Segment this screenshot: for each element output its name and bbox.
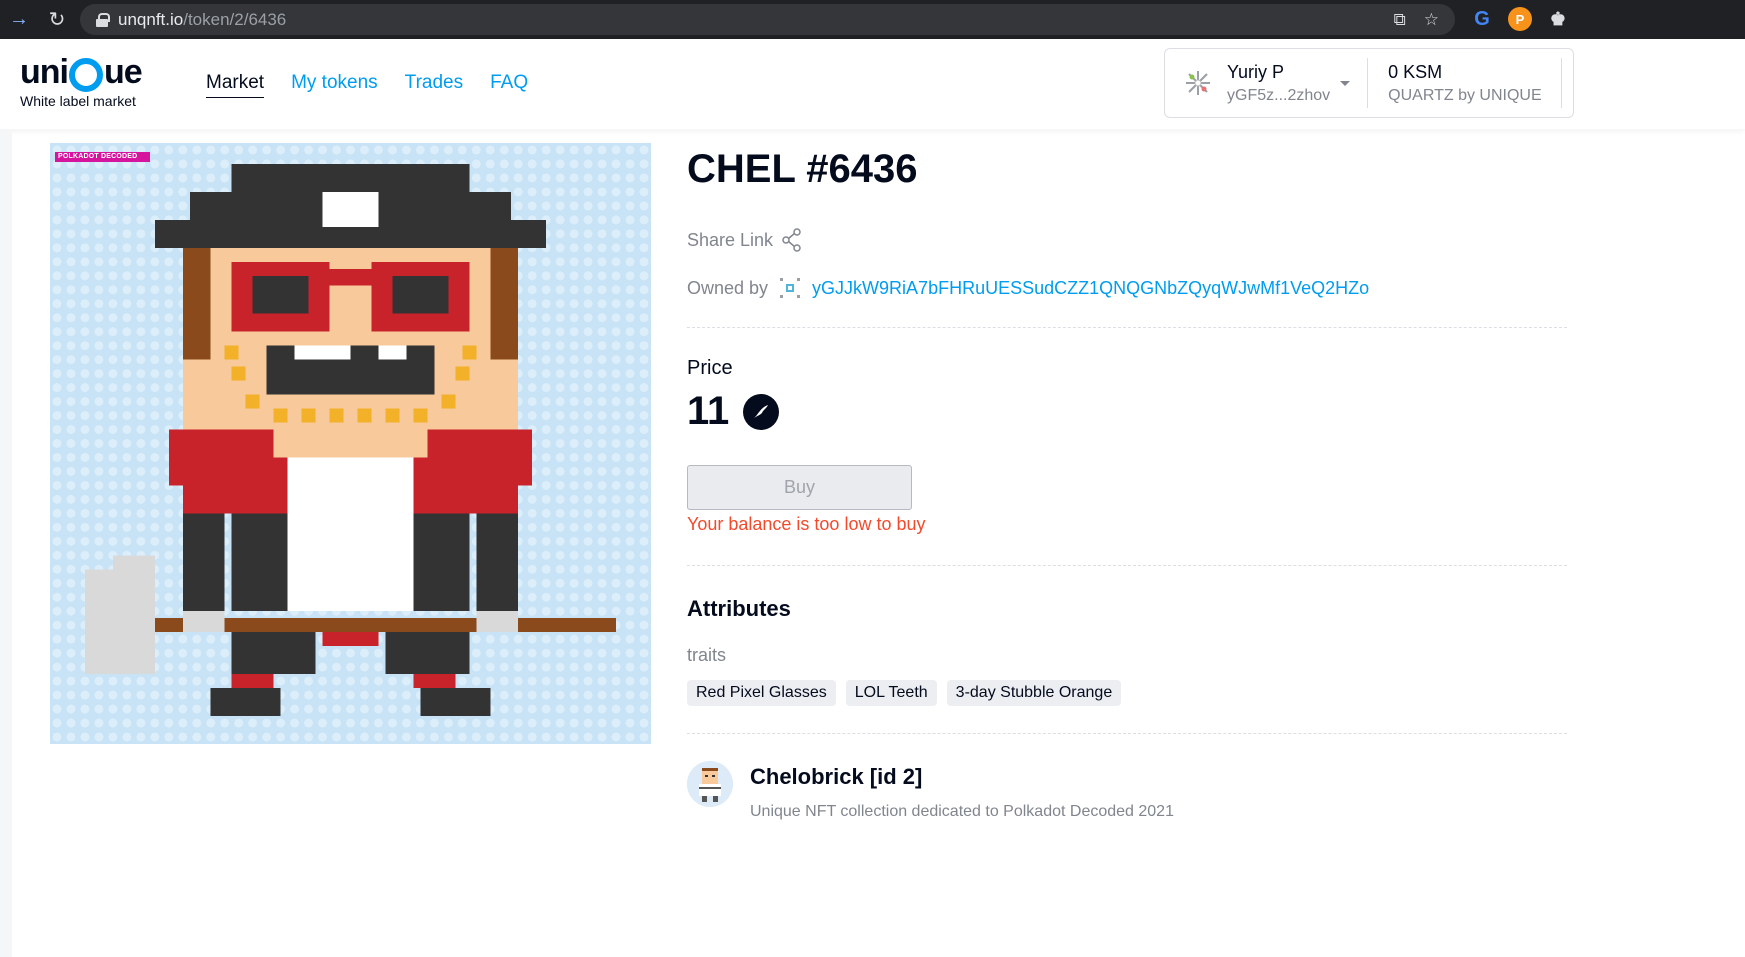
chevron-down-icon[interactable] (1340, 80, 1351, 86)
nft-image (50, 143, 651, 744)
site-header: uni ue White label market Market My token… (0, 39, 1745, 129)
account-avatar-icon (1186, 71, 1210, 95)
owner-row: Owned by yGJJkW9RiA7bFHRuUESSudCZZ1QNQGN… (687, 276, 1369, 300)
account-name: Yuriy P (1227, 61, 1285, 82)
bookmark-star-icon[interactable]: ☆ (1424, 10, 1439, 30)
divider (1560, 58, 1562, 108)
price: 11 (687, 389, 780, 434)
balance-warning: Your balance is too low to buy (687, 514, 926, 534)
lock-icon (96, 12, 110, 27)
owner-address-link[interactable]: yGJJkW9RiA7bFHRuUESSudCZZ1QNQGNbZQyqWJwM… (812, 278, 1369, 299)
account-balance: 0 KSM (1388, 61, 1443, 82)
nav-market[interactable]: Market (206, 72, 265, 98)
trait-chip: LOL Teeth (845, 680, 937, 706)
divider (1367, 58, 1369, 108)
nav-faq[interactable]: FAQ (490, 72, 528, 98)
nav-trades[interactable]: Trades (405, 72, 463, 98)
owned-by-label: Owned by (687, 277, 769, 298)
price-label: Price (687, 357, 733, 379)
nav-my-tokens[interactable]: My tokens (291, 72, 378, 98)
main-nav: Market My tokens Trades FAQ (206, 72, 528, 98)
logo-text-left: uni (20, 53, 69, 91)
token-title: CHEL #6436 (687, 147, 918, 191)
collection-description: Unique NFT collection dedicated to Polka… (750, 803, 1174, 820)
logo-text-right: ue (103, 53, 143, 91)
share-page-icon[interactable]: ⧉ (1394, 10, 1406, 30)
share-icon (782, 228, 801, 252)
attributes-heading: Attributes (687, 596, 791, 621)
collection-badge: POLKADOT DECODED (55, 152, 150, 162)
browser-toolbar: → ↻ unqnft.io/token/2/6436 ⧉ ☆ G P ♚ (0, 0, 1745, 39)
buy-button[interactable]: Buy (687, 465, 912, 510)
chain-name: QUARTZ by UNIQUE (1388, 86, 1542, 104)
collection-avatar[interactable] (687, 761, 733, 807)
price-value: 11 (687, 389, 730, 433)
forward-arrow-icon[interactable]: → (0, 0, 38, 39)
divider (687, 565, 1567, 566)
ksm-coin-icon (743, 393, 780, 430)
owner-avatar-icon (780, 278, 801, 298)
traits-list: Red Pixel Glasses LOL Teeth 3-day Stubbl… (687, 680, 1122, 706)
trait-chip: Red Pixel Glasses (687, 680, 836, 706)
share-link-label: Share Link (687, 229, 774, 250)
traits-label: traits (687, 645, 727, 665)
extensions-puzzle-icon[interactable]: ♚ (1546, 7, 1570, 31)
address-bar[interactable]: unqnft.io/token/2/6436 ⧉ ☆ (80, 4, 1455, 35)
polkadot-extension-icon[interactable]: P (1508, 7, 1532, 31)
logo-q-icon (68, 57, 103, 92)
url-host: unqnft.io (118, 9, 184, 29)
url-path: /token/2/6436 (183, 9, 287, 29)
google-extension-icon[interactable]: G (1470, 7, 1494, 31)
left-rail (0, 129, 12, 957)
account-widget[interactable]: Yuriy P yGF5z...2zhov 0 KSM QUARTZ by UN… (1164, 48, 1574, 118)
reload-icon[interactable]: ↻ (38, 0, 76, 39)
unique-logo[interactable]: uni ue White label market (20, 53, 143, 109)
account-address: yGF5z...2zhov (1227, 86, 1331, 104)
share-link[interactable]: Share Link (687, 228, 803, 252)
logo-subtitle: White label market (20, 93, 136, 109)
collection-name[interactable]: Chelobrick [id 2] (750, 764, 922, 790)
trait-chip: 3-day Stubble Orange (946, 680, 1122, 706)
divider (687, 733, 1567, 734)
divider (687, 327, 1567, 328)
